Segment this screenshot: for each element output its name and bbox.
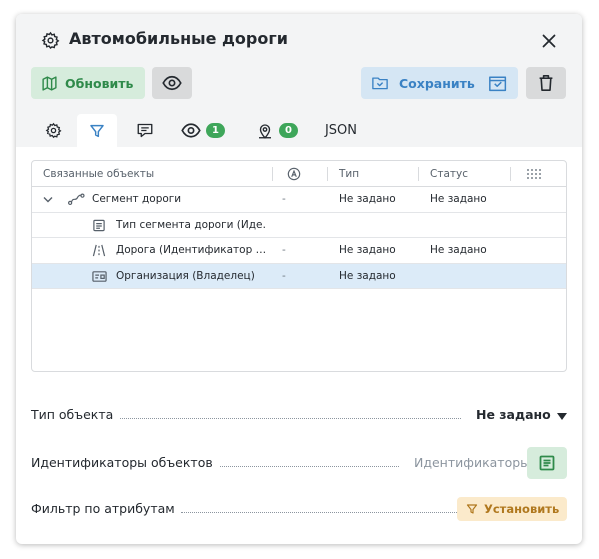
row-type: Не задано: [339, 244, 396, 256]
set-filter-label: Установить: [484, 502, 560, 516]
tab-comments[interactable]: [130, 114, 160, 147]
table-row[interactable]: Организация (Владелец) - Не задано: [32, 263, 566, 289]
gear-icon: [41, 31, 60, 50]
row-a: -: [282, 244, 286, 256]
caret-down-icon[interactable]: [557, 413, 567, 420]
tab-json[interactable]: JSON: [320, 114, 362, 147]
trash-icon: [539, 75, 553, 91]
save-button[interactable]: Сохранить: [361, 67, 518, 99]
close-icon[interactable]: [537, 29, 561, 53]
tab-filter[interactable]: [77, 114, 117, 147]
object-type-field: Тип объекта Не задано: [31, 399, 567, 431]
row-status: Не задано: [430, 193, 487, 205]
road-layer-panel: Автомобильные дороги Обновить Сохранить: [16, 14, 582, 544]
attribute-filter-field: Фильтр по атрибутам Установить: [31, 493, 567, 525]
folder-check-icon[interactable]: [488, 74, 508, 92]
document-icon: [93, 219, 105, 231]
a-circle-icon[interactable]: [287, 167, 301, 181]
panel-title: Автомобильные дороги: [69, 29, 288, 48]
title-row: Автомобильные дороги: [41, 28, 561, 54]
table-row[interactable]: Сегмент дороги - Не задано Не задано: [32, 187, 566, 213]
attribute-filter-label: Фильтр по атрибутам: [31, 501, 181, 516]
row-type: Не задано: [339, 193, 396, 205]
card-icon: [92, 270, 107, 282]
set-filter-button[interactable]: Установить: [457, 497, 567, 521]
column-header-type[interactable]: Тип: [339, 161, 359, 187]
message-icon: [137, 123, 153, 138]
filter-icon: [90, 124, 104, 137]
map-icon: [42, 75, 57, 91]
row-type: Не задано: [339, 269, 396, 282]
row-name: Организация (Владелец): [116, 269, 255, 282]
row-name: Дорога (Идентификатор …: [116, 244, 266, 256]
object-ids-field: Идентификаторы объектов Идентификаторы: [31, 447, 567, 479]
chevron-down-icon[interactable]: [43, 195, 53, 204]
object-ids-input[interactable]: Идентификаторы: [399, 455, 531, 470]
panel-header: Автомобильные дороги Обновить Сохранить: [16, 14, 582, 147]
table-row[interactable]: Тип сегмента дороги (Иде…: [32, 213, 566, 238]
gear-icon: [45, 122, 62, 139]
refresh-button[interactable]: Обновить: [31, 67, 145, 99]
column-header-status[interactable]: Статус: [430, 161, 468, 187]
map-pin-icon: [259, 123, 271, 139]
object-type-label: Тип объекта: [31, 407, 120, 422]
row-a: -: [282, 269, 286, 282]
eye-icon: [162, 75, 182, 91]
object-type-select[interactable]: Не задано: [461, 407, 551, 422]
table-row[interactable]: Дорога (Идентификатор … - Не задано Не з…: [32, 238, 566, 264]
tab-json-label: JSON: [324, 123, 358, 138]
eye-icon: [181, 123, 201, 138]
preview-button[interactable]: [152, 67, 192, 99]
tab-visible[interactable]: 1: [175, 114, 231, 147]
visible-count-badge: 1: [206, 123, 225, 138]
road-icon: [92, 244, 106, 257]
filter-icon: [466, 504, 478, 514]
save-label: Сохранить: [399, 75, 475, 91]
location-count-badge: 0: [279, 123, 298, 138]
delete-button[interactable]: [526, 67, 566, 99]
column-settings-icon[interactable]: [527, 169, 541, 179]
save-folder-icon: [372, 77, 388, 90]
row-name: Сегмент дороги: [92, 193, 182, 205]
row-a: -: [282, 193, 286, 205]
row-name: Тип сегмента дороги (Иде…: [116, 218, 266, 231]
object-ids-label: Идентификаторы объектов: [31, 455, 219, 470]
tab-settings[interactable]: [38, 114, 68, 147]
ids-list-button[interactable]: [527, 447, 567, 479]
refresh-label: Обновить: [65, 75, 134, 91]
road-segment-icon: [68, 193, 85, 206]
row-status: Не задано: [430, 244, 487, 256]
table-header: Связанные объекты Тип Статус: [32, 161, 566, 187]
tab-location[interactable]: 0: [249, 114, 305, 147]
related-objects-table: Связанные объекты Тип Статус Сегмент дор…: [31, 160, 567, 372]
column-header-related[interactable]: Связанные объекты: [43, 161, 154, 187]
list-icon: [539, 455, 555, 471]
